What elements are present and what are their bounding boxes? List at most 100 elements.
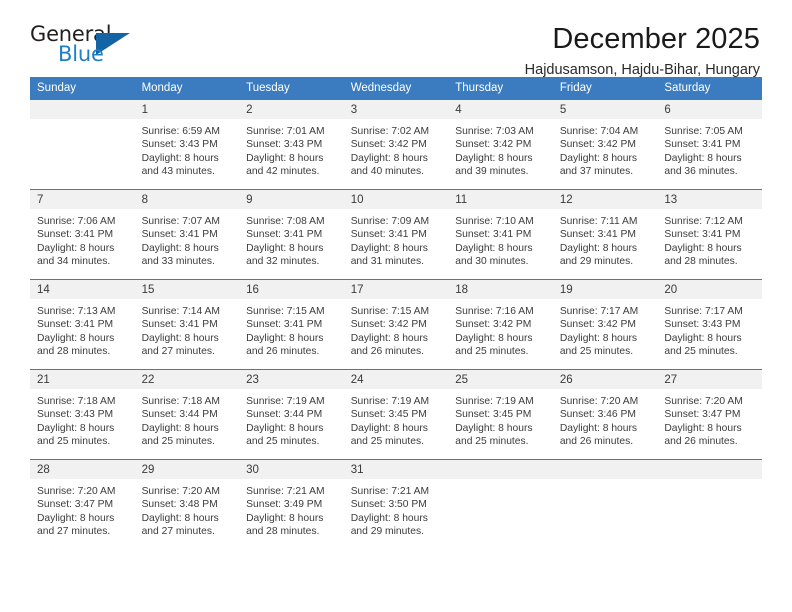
day-details: Sunrise: 7:19 AM Sunset: 3:45 PM Daylight:… <box>448 389 553 449</box>
sunset-text: Sunset: 3:42 PM <box>559 139 636 151</box>
sunrise-text: Sunrise: 7:06 AM <box>37 216 116 227</box>
day-cell-inner: 18 Sunrise: 7:16 AM Sunset: 3:42 PM Dayligh… <box>448 280 553 369</box>
sunset-text: Sunset: 3:43 PM <box>37 409 114 421</box>
daylight-text-line1: Daylight: 8 hours <box>246 422 324 434</box>
daylight-text-line1: Daylight: 8 hours <box>559 242 638 254</box>
day-cell[interactable]: 18 Sunrise: 7:16 AM Sunset: 3:42 PM Dayligh… <box>448 279 553 370</box>
day-cell[interactable]: 4 Sunrise: 7:03 AM Sunset: 3:42 PM Daylight… <box>448 100 553 190</box>
sunrise-text: Sunrise: 7:19 AM <box>246 396 325 407</box>
day-number: 4 <box>448 100 553 119</box>
day-details: Sunrise: 7:17 AM Sunset: 3:43 PM Daylight:… <box>657 299 762 359</box>
sunset-text: Sunset: 3:43 PM <box>664 319 741 331</box>
day-cell[interactable]: 21 Sunrise: 7:18 AM Sunset: 3:43 PM Dayligh… <box>30 369 135 460</box>
day-cell[interactable]: 25 Sunrise: 7:19 AM Sunset: 3:45 PM Dayligh… <box>448 369 553 460</box>
sunset-text: Sunset: 3:41 PM <box>559 229 636 241</box>
day-cell[interactable]: 30 Sunrise: 7:21 AM Sunset: 3:49 PM Dayligh… <box>239 459 344 549</box>
daylight-text-line1: Daylight: 8 hours <box>350 422 428 434</box>
day-number: 6 <box>657 100 762 119</box>
day-cell[interactable]: 12 Sunrise: 7:11 AM Sunset: 3:41 PM Dayligh… <box>552 189 658 280</box>
day-details: Sunrise: 7:04 AM Sunset: 3:42 PM Daylight:… <box>553 119 658 179</box>
day-number: 12 <box>552 190 658 209</box>
sunrise-text: Sunrise: 6:59 AM <box>141 126 220 137</box>
day-details: Sunrise: 7:20 AM Sunset: 3:47 PM Daylight:… <box>30 479 135 539</box>
day-cell-inner: 9 Sunrise: 7:08 AM Sunset: 3:41 PM Daylight… <box>239 190 344 279</box>
calendar-week-row: 28 Sunrise: 7:20 AM Sunset: 3:47 PM Dayligh… <box>30 459 762 549</box>
day-cell[interactable]: 16 Sunrise: 7:15 AM Sunset: 3:41 PM Dayligh… <box>239 279 344 370</box>
day-number: 29 <box>134 460 240 479</box>
sunset-text: Sunset: 3:42 PM <box>350 319 427 331</box>
day-details: Sunrise: 7:02 AM Sunset: 3:42 PM Daylight:… <box>344 119 449 179</box>
sunset-text: Sunset: 3:50 PM <box>350 499 427 511</box>
daylight-text-line1: Daylight: 8 hours <box>455 152 533 164</box>
daylight-text-line2: and 29 minutes. <box>559 256 634 268</box>
day-details: Sunrise: 7:12 AM Sunset: 3:41 PM Daylight:… <box>657 209 762 269</box>
day-number: 27 <box>657 370 762 389</box>
day-cell[interactable]: 31 Sunrise: 7:21 AM Sunset: 3:50 PM Dayligh… <box>343 459 449 549</box>
generalblue-logo[interactable]: General Blue <box>30 22 138 70</box>
daylight-text-line1: Daylight: 8 hours <box>350 512 428 524</box>
day-details: Sunrise: 7:19 AM Sunset: 3:45 PM Daylight:… <box>344 389 449 449</box>
day-cell-inner <box>657 460 762 549</box>
day-cell[interactable]: 2 Sunrise: 7:01 AM Sunset: 3:43 PM Daylight… <box>239 100 344 190</box>
daylight-text-line1: Daylight: 8 hours <box>350 152 428 164</box>
day-cell[interactable]: 14 Sunrise: 7:13 AM Sunset: 3:41 PM Dayligh… <box>30 279 135 370</box>
daylight-text-line1: Daylight: 8 hours <box>559 422 638 434</box>
daylight-text-line1: Daylight: 8 hours <box>141 152 219 164</box>
day-cell[interactable]: 29 Sunrise: 7:20 AM Sunset: 3:48 PM Dayligh… <box>134 459 240 549</box>
daylight-text-line1: Daylight: 8 hours <box>664 242 742 254</box>
day-cell[interactable]: 6 Sunrise: 7:05 AM Sunset: 3:41 PM Daylight… <box>657 100 762 190</box>
day-cell[interactable]: 9 Sunrise: 7:08 AM Sunset: 3:41 PM Daylight… <box>239 189 344 280</box>
day-cell[interactable]: 8 Sunrise: 7:07 AM Sunset: 3:41 PM Daylight… <box>134 189 240 280</box>
day-cell[interactable]: 28 Sunrise: 7:20 AM Sunset: 3:47 PM Dayligh… <box>30 459 135 549</box>
sunset-text: Sunset: 3:48 PM <box>141 499 218 511</box>
calendar-week-row: 14 Sunrise: 7:13 AM Sunset: 3:41 PM Dayligh… <box>30 279 762 370</box>
day-number: 18 <box>448 280 553 299</box>
sunset-text: Sunset: 3:44 PM <box>246 409 323 421</box>
daylight-text-line1: Daylight: 8 hours <box>664 332 742 344</box>
daylight-text-line1: Daylight: 8 hours <box>141 332 219 344</box>
day-details: Sunrise: 7:10 AM Sunset: 3:41 PM Daylight:… <box>448 209 553 269</box>
daylight-text-line2: and 36 minutes. <box>664 166 738 178</box>
day-cell[interactable]: 5 Sunrise: 7:04 AM Sunset: 3:42 PM Daylight… <box>552 100 658 190</box>
day-cell[interactable]: 15 Sunrise: 7:14 AM Sunset: 3:41 PM Dayligh… <box>134 279 240 370</box>
day-cell-inner: 7 Sunrise: 7:06 AM Sunset: 3:41 PM Daylight… <box>30 190 135 279</box>
calendar-page: General Blue December 2025 Hajdusamson, … <box>0 0 792 612</box>
sunrise-text: Sunrise: 7:21 AM <box>246 486 325 497</box>
sunset-text: Sunset: 3:45 PM <box>350 409 427 421</box>
day-cell[interactable]: 19 Sunrise: 7:17 AM Sunset: 3:42 PM Dayligh… <box>552 279 658 370</box>
day-cell[interactable]: 1 Sunrise: 6:59 AM Sunset: 3:43 PM Daylight… <box>134 100 240 190</box>
day-details: Sunrise: 7:08 AM Sunset: 3:41 PM Daylight:… <box>239 209 344 269</box>
daylight-text-line2: and 25 minutes. <box>141 436 215 448</box>
day-details: Sunrise: 7:16 AM Sunset: 3:42 PM Daylight:… <box>448 299 553 359</box>
weekday-header-monday: Monday <box>134 77 240 100</box>
day-cell[interactable]: 13 Sunrise: 7:12 AM Sunset: 3:41 PM Dayligh… <box>657 189 762 280</box>
day-cell[interactable]: 23 Sunrise: 7:19 AM Sunset: 3:44 PM Dayligh… <box>239 369 344 460</box>
day-number: 28 <box>30 460 135 479</box>
sunrise-text: Sunrise: 7:04 AM <box>559 126 639 137</box>
day-cell[interactable]: 27 Sunrise: 7:20 AM Sunset: 3:47 PM Dayligh… <box>657 369 762 460</box>
day-cell[interactable]: 7 Sunrise: 7:06 AM Sunset: 3:41 PM Daylight… <box>30 189 135 280</box>
daylight-text-line2: and 43 minutes. <box>141 166 215 178</box>
day-cell[interactable]: 17 Sunrise: 7:15 AM Sunset: 3:42 PM Dayligh… <box>343 279 449 370</box>
day-cell-inner: 24 Sunrise: 7:19 AM Sunset: 3:45 PM Dayligh… <box>343 370 449 459</box>
daylight-text-line2: and 25 minutes. <box>455 346 529 358</box>
day-cell[interactable]: 22 Sunrise: 7:18 AM Sunset: 3:44 PM Dayligh… <box>134 369 240 460</box>
sunrise-text: Sunrise: 7:02 AM <box>350 126 430 137</box>
daylight-text-line1: Daylight: 8 hours <box>141 422 219 434</box>
day-cell[interactable]: 3 Sunrise: 7:02 AM Sunset: 3:42 PM Daylight… <box>343 100 449 190</box>
day-details: Sunrise: 7:18 AM Sunset: 3:43 PM Daylight:… <box>30 389 135 449</box>
sunrise-text: Sunrise: 7:16 AM <box>455 306 534 317</box>
day-details: Sunrise: 7:01 AM Sunset: 3:43 PM Daylight:… <box>239 119 344 179</box>
day-details: Sunrise: 7:21 AM Sunset: 3:50 PM Daylight:… <box>344 479 449 539</box>
day-cell[interactable]: 20 Sunrise: 7:17 AM Sunset: 3:43 PM Dayligh… <box>657 279 762 370</box>
day-cell[interactable]: 24 Sunrise: 7:19 AM Sunset: 3:45 PM Dayligh… <box>343 369 449 460</box>
day-cell[interactable]: 11 Sunrise: 7:10 AM Sunset: 3:41 PM Dayligh… <box>448 189 553 280</box>
day-details: Sunrise: 7:15 AM Sunset: 3:41 PM Daylight:… <box>239 299 344 359</box>
day-cell-inner <box>30 100 135 189</box>
sunrise-text: Sunrise: 7:20 AM <box>141 486 220 497</box>
day-cell[interactable]: 10 Sunrise: 7:09 AM Sunset: 3:41 PM Dayligh… <box>343 189 449 280</box>
day-number: 19 <box>552 280 658 299</box>
day-number: 8 <box>134 190 240 209</box>
daylight-text-line2: and 25 minutes. <box>350 436 424 448</box>
day-cell[interactable]: 26 Sunrise: 7:20 AM Sunset: 3:46 PM Dayligh… <box>552 369 658 460</box>
